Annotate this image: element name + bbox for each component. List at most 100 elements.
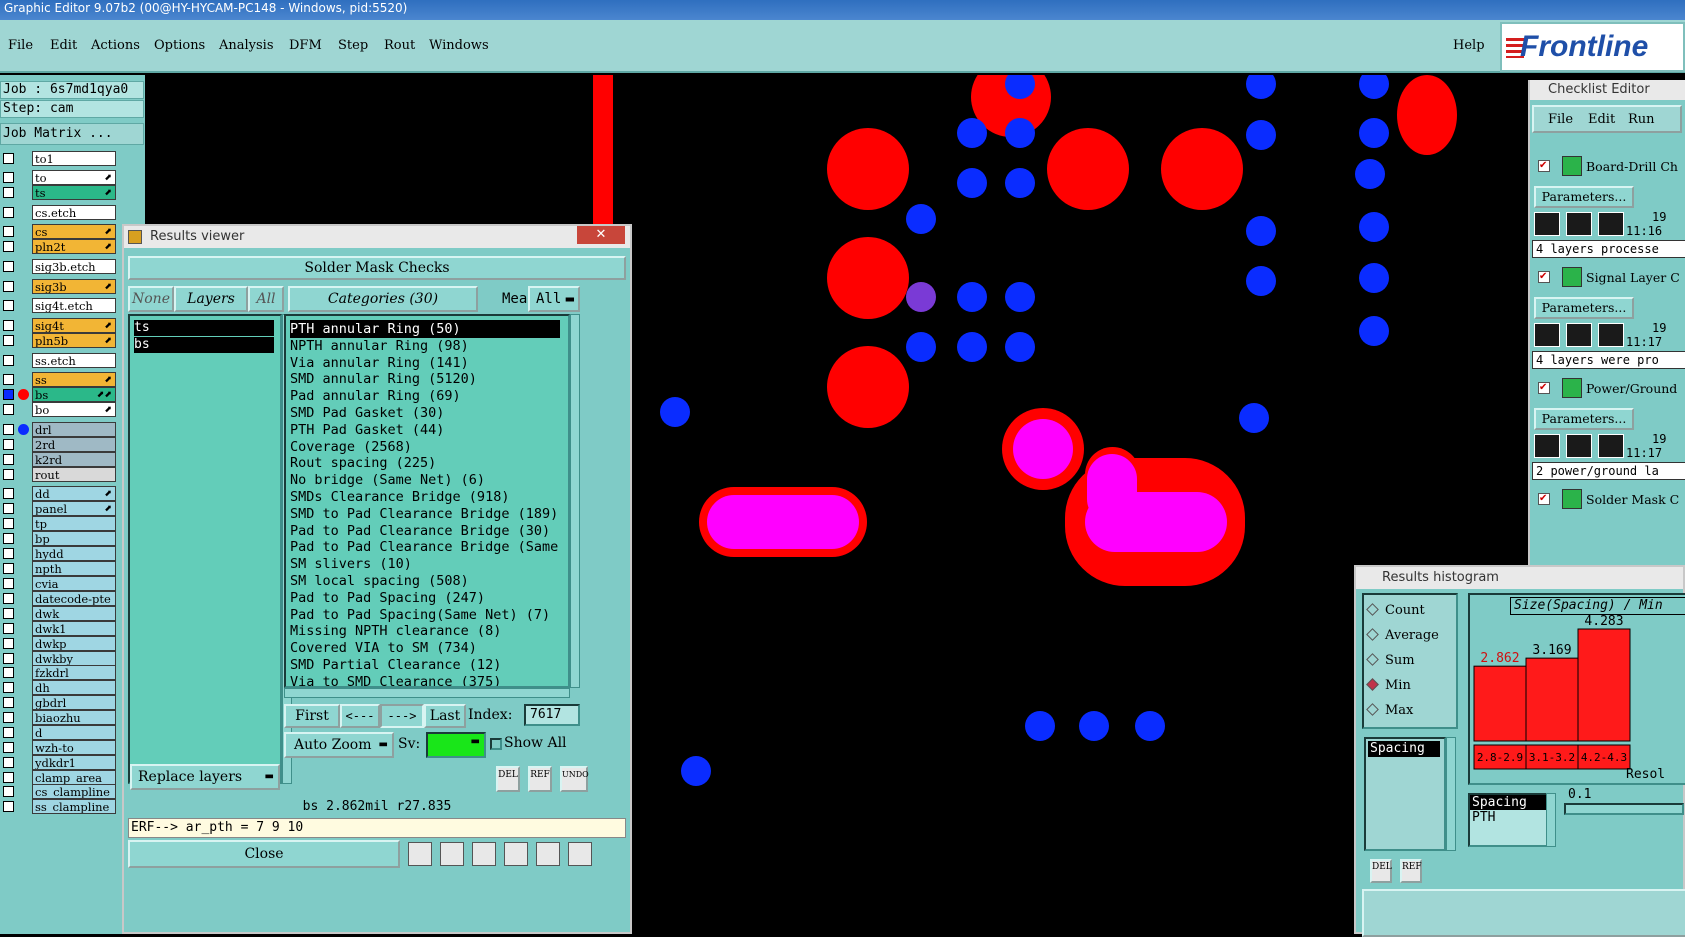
layer-checkbox[interactable] [3, 563, 14, 574]
layer-row[interactable]: to1 [0, 151, 118, 166]
radio-icon[interactable] [1366, 678, 1379, 691]
layer-checkbox[interactable] [3, 153, 14, 164]
layer-name[interactable]: ss_clampline [32, 799, 116, 814]
zoom-icon[interactable] [408, 842, 432, 866]
undo-button[interactable]: UNDO [560, 766, 589, 792]
layer-checkbox[interactable] [3, 226, 14, 237]
parameters-button[interactable]: Parameters... [1534, 186, 1634, 208]
layer-checkbox[interactable] [3, 608, 14, 619]
pth-item[interactable]: PTH [1470, 810, 1546, 825]
layer-checkbox[interactable] [3, 374, 14, 385]
layer-name[interactable]: bp [32, 531, 116, 546]
hist-del-button[interactable]: DEL [1370, 859, 1392, 883]
del-button[interactable]: DEL [496, 766, 520, 792]
layer-row[interactable]: gbdrl [0, 695, 118, 710]
aggregate-option[interactable]: Count [1366, 599, 1425, 618]
layer-checkbox[interactable] [3, 772, 14, 783]
layer-name[interactable]: cvia [32, 576, 116, 591]
layer-name[interactable]: rout [32, 467, 116, 482]
run-icon[interactable] [1534, 212, 1560, 236]
menu-rout[interactable]: Rout [384, 38, 415, 53]
check-name[interactable]: Solder Mask C [1586, 492, 1679, 507]
layer-row[interactable]: d [0, 725, 118, 740]
layer-row[interactable]: wzh-to [0, 740, 118, 755]
layer-checkbox[interactable] [3, 469, 14, 480]
layer-row[interactable]: sig3b.etch [0, 259, 118, 274]
menu-analysis[interactable]: Analysis [219, 38, 274, 53]
layer-checkbox[interactable] [3, 241, 14, 252]
spacing-list[interactable]: Spacing PTH [1468, 793, 1548, 847]
layer-name[interactable]: ss.etch [32, 353, 116, 368]
category-item[interactable]: Via annular Ring (141) [290, 354, 560, 372]
layer-row[interactable]: ss.etch [0, 353, 118, 368]
histogram-icon[interactable] [568, 842, 592, 866]
layer-row[interactable]: biaozhu [0, 710, 118, 725]
layer-checkbox[interactable] [3, 727, 14, 738]
layer-name[interactable]: wzh-to [32, 740, 116, 755]
categories-scrollbar[interactable] [570, 314, 580, 688]
layer-row[interactable]: to ⬈ [0, 170, 118, 185]
layer-row[interactable]: rout [0, 467, 118, 482]
window-menu-icon[interactable] [128, 230, 142, 244]
layer-row[interactable]: panel ⬈ [0, 501, 118, 516]
layer-row[interactable]: ss_clampline [0, 799, 118, 814]
layer-row[interactable]: cs ⬈ [0, 224, 118, 239]
layer-checkbox[interactable] [3, 548, 14, 559]
run-icon[interactable] [1598, 212, 1624, 236]
category-item[interactable]: Coverage (2568) [290, 438, 560, 456]
layer-checkbox[interactable] [3, 623, 14, 634]
category-item[interactable]: Pad to Pad Spacing(Same Net) (7) [290, 606, 560, 624]
report-icon[interactable] [536, 842, 560, 866]
job-matrix-button[interactable]: Job Matrix ... [0, 123, 144, 145]
prev-button[interactable]: <--- [340, 704, 380, 728]
layer-row[interactable]: cs_clampline [0, 784, 118, 799]
histogram-bar[interactable] [1577, 628, 1631, 742]
run-icon[interactable] [1534, 434, 1560, 458]
layer-row[interactable]: dh [0, 680, 118, 695]
layer-checkbox[interactable] [3, 424, 14, 435]
layer-name[interactable]: dwkp [32, 636, 116, 651]
layer-checkbox[interactable] [3, 404, 14, 415]
layer-row[interactable]: tp [0, 516, 118, 531]
category-item[interactable]: Missing NPTH clearance (8) [290, 622, 560, 640]
layer-row[interactable]: cvia [0, 576, 118, 591]
layer-checkbox[interactable] [3, 518, 14, 529]
check-name[interactable]: Power/Ground [1586, 381, 1677, 396]
category-item[interactable]: Pad to Pad Spacing (247) [290, 589, 560, 607]
layer-name[interactable]: dd ⬈ [32, 486, 116, 501]
parameters-button[interactable]: Parameters... [1534, 408, 1634, 430]
layer-checkbox[interactable] [3, 335, 14, 346]
layer-name[interactable]: to ⬈ [32, 170, 116, 185]
layer-checkbox[interactable] [3, 578, 14, 589]
first-button[interactable]: First [284, 704, 340, 728]
radio-icon[interactable] [1366, 653, 1379, 666]
close-button[interactable]: Close [128, 840, 400, 868]
menu-dfm[interactable]: DFM [289, 38, 322, 53]
layer-name[interactable]: dwkby [32, 651, 116, 666]
layer-row[interactable]: bo ⬈ [0, 402, 118, 417]
layer-name[interactable]: sig4t.etch [32, 298, 116, 313]
layer-checkbox[interactable] [3, 187, 14, 198]
check-enabled-checkbox[interactable]: ✔ [1538, 493, 1550, 505]
layer-name[interactable]: ss ⬈ [32, 372, 116, 387]
layer-row[interactable]: sig3b ⬈ [0, 279, 118, 294]
layer-row[interactable]: bs ⬈⬈ [0, 387, 118, 402]
layer-checkbox[interactable] [3, 712, 14, 723]
filter-icon[interactable] [440, 842, 464, 866]
layer-row[interactable]: dwk1 [0, 621, 118, 636]
category-item[interactable]: Pad to Pad Clearance Bridge (Same [290, 538, 560, 556]
menu-file[interactable]: File [8, 38, 33, 53]
list-item[interactable]: bs [134, 337, 274, 353]
layer-row[interactable]: pln2t ⬈ [0, 239, 118, 254]
layer-checkbox[interactable] [3, 786, 14, 797]
layer-checkbox[interactable] [3, 320, 14, 331]
layer-checkbox[interactable] [3, 281, 14, 292]
aggregate-option[interactable]: Average [1366, 624, 1439, 643]
check-enabled-checkbox[interactable]: ✔ [1538, 160, 1550, 172]
layer-name[interactable]: ts ⬈ [32, 185, 116, 200]
layer-row[interactable]: dwk [0, 606, 118, 621]
layer-checkbox[interactable] [3, 533, 14, 544]
layer-name[interactable]: hydd [32, 546, 116, 561]
category-item[interactable]: PTH Pad Gasket (44) [290, 421, 560, 439]
layer-checkbox[interactable] [3, 638, 14, 649]
